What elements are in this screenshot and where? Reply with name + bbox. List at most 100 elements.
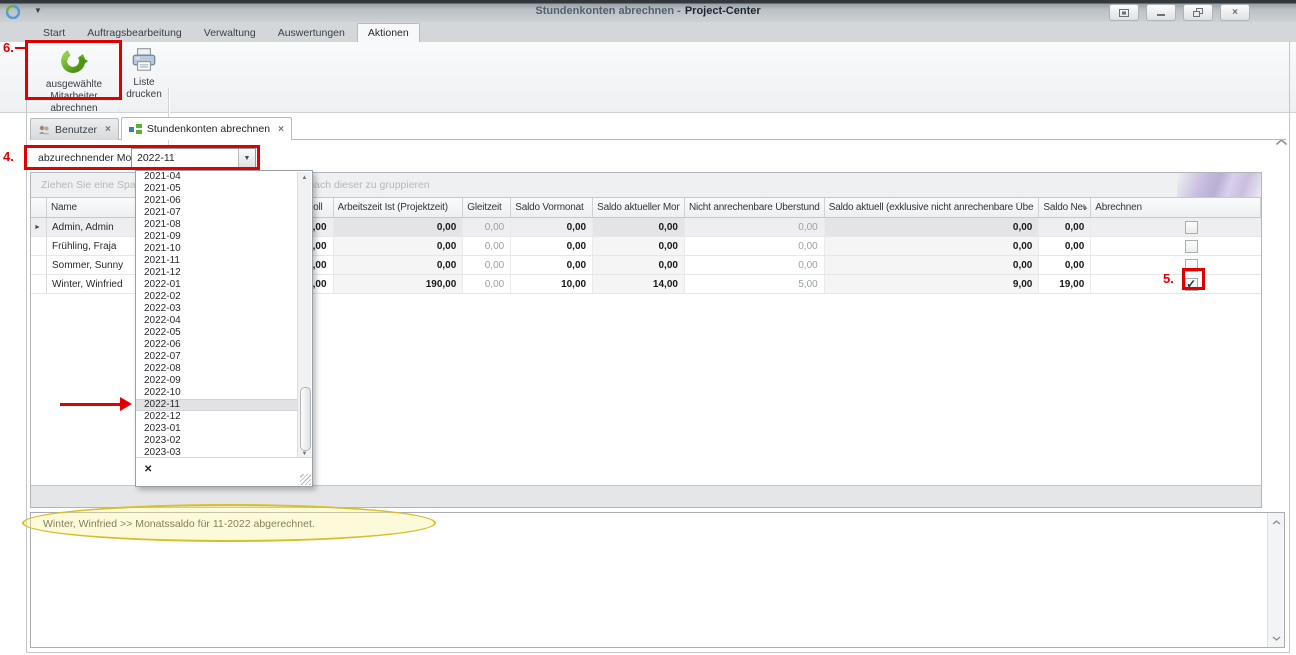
month-option[interactable]: 2022-06 (136, 339, 298, 351)
month-option[interactable]: 2022-02 (136, 291, 298, 303)
cell-gleitzeit[interactable]: 0,00 (463, 237, 511, 255)
cell-saldo-aktueller-monat[interactable]: 0,00 (593, 256, 685, 274)
cell-saldo-aktuell-exklusive[interactable]: 0,00 (825, 218, 1040, 236)
month-option[interactable]: 2022-03 (136, 303, 298, 315)
month-option[interactable]: 2022-05 (136, 327, 298, 339)
cell-nicht-anrechenbare-ueberstunden[interactable]: 5,00 (685, 275, 825, 293)
month-combo-value: 2022-11 (132, 152, 238, 164)
cell-saldo-neu[interactable]: 0,00 (1039, 256, 1091, 274)
column-header-gleitzeit[interactable]: Gleitzeit (463, 198, 511, 217)
ribbon-tab-start[interactable]: Start (33, 24, 75, 42)
ribbon-tab-aktionen[interactable]: Aktionen (357, 23, 420, 42)
cell-saldo-neu[interactable]: 19,00 (1039, 275, 1091, 293)
cell-nicht-anrechenbare-ueberstunden[interactable]: 0,00 (685, 218, 825, 236)
cell-saldo-neu[interactable]: 0,00 (1039, 237, 1091, 255)
chevron-down-icon[interactable]: ▼ (238, 149, 255, 167)
liste-drucken-button[interactable]: Liste drucken (124, 44, 164, 102)
month-option[interactable]: 2022-08 (136, 363, 298, 375)
cell-arbeitszeit-ist[interactable]: 0,00 (334, 256, 464, 274)
month-option[interactable]: 2021-12 (136, 267, 298, 279)
dropdown-scrollbar[interactable]: ▲ ▼ (297, 172, 311, 460)
cell-name[interactable]: Sommer, Sunny (47, 256, 137, 274)
tab-stundenkonten-abrechnen[interactable]: Stundenkonten abrechnen × (121, 117, 292, 140)
resize-grip[interactable] (300, 474, 311, 485)
month-option[interactable]: 2022-09 (136, 375, 298, 387)
cell-saldo-vormonat[interactable]: 0,00 (511, 237, 593, 255)
month-option[interactable]: 2023-02 (136, 435, 298, 447)
cell-saldo-vormonat[interactable]: 0,00 (511, 256, 593, 274)
cell-gleitzeit[interactable]: 0,00 (463, 275, 511, 293)
month-option[interactable]: 2021-06 (136, 195, 298, 207)
fullscreen-button[interactable] (1109, 4, 1139, 21)
ribbon-tab-auswertungen[interactable]: Auswertungen (268, 24, 355, 42)
scroll-down-icon[interactable] (1268, 630, 1284, 646)
close-tab-icon[interactable]: × (105, 124, 111, 135)
cell-saldo-aktueller-monat[interactable]: 0,00 (593, 237, 685, 255)
scroll-up-icon[interactable] (1268, 514, 1284, 530)
month-option[interactable]: 2022-01 (136, 279, 298, 291)
month-option[interactable]: 2021-07 (136, 207, 298, 219)
month-option[interactable]: 2021-05 (136, 183, 298, 195)
month-option[interactable]: 2022-11 (136, 399, 298, 411)
month-combo-box[interactable]: 2022-11 ▼ (131, 148, 256, 168)
close-button[interactable]: × (1220, 4, 1250, 21)
abrechnen-ribbon-button[interactable]: ausgewählte Mitarbeiter abrechnen (27, 44, 121, 102)
cell-saldo-aktueller-monat[interactable]: 0,00 (593, 218, 685, 236)
restore-button[interactable] (1183, 4, 1213, 21)
month-option[interactable]: 2021-11 (136, 255, 298, 267)
month-option[interactable]: 2022-10 (136, 387, 298, 399)
cell-nicht-anrechenbare-ueberstunden[interactable]: 0,00 (685, 256, 825, 274)
cell-name[interactable]: Frühling, Fraja (47, 237, 137, 255)
ribbon-tab-bar: StartAuftragsbearbeitungVerwaltungAuswer… (0, 22, 1296, 42)
cell-arbeitszeit-ist[interactable]: 0,00 (334, 218, 464, 236)
log-panel[interactable]: Winter, Winfried >> Monatssaldo für 11-2… (30, 512, 1285, 648)
column-header-name[interactable]: Name (47, 198, 137, 217)
ribbon-tab-auftragsbearbeitung[interactable]: Auftragsbearbeitung (77, 24, 192, 42)
clear-selection-icon[interactable]: ✕ (144, 465, 152, 475)
month-option[interactable]: 2021-04 (136, 171, 298, 183)
column-header-nicht-anrechenbare-ueberstunden[interactable]: Nicht anrechenbare Überstunden (685, 198, 825, 217)
month-option[interactable]: 2022-12 (136, 411, 298, 423)
month-option[interactable]: 2023-01 (136, 423, 298, 435)
button-label-line: Mitarbeiter abrechnen (27, 91, 121, 115)
abrechnen-checkbox[interactable] (1185, 221, 1198, 234)
cell-gleitzeit[interactable]: 0,00 (463, 256, 511, 274)
month-option[interactable]: 2021-09 (136, 231, 298, 243)
cell-saldo-aktuell-exklusive[interactable]: 0,00 (825, 237, 1040, 255)
abrechnen-checkbox[interactable] (1185, 259, 1198, 272)
abrechnen-checkbox[interactable]: ✓ (1185, 278, 1198, 291)
sitemap-icon (129, 124, 142, 135)
scrollbar-thumb[interactable] (300, 387, 311, 451)
month-option[interactable]: 2022-07 (136, 351, 298, 363)
cell-name[interactable]: Winter, Winfried (47, 275, 137, 293)
minimize-button[interactable] (1146, 4, 1176, 21)
scroll-up-icon[interactable]: ▲ (298, 172, 311, 184)
column-header-saldo-aktuell-exklusive[interactable]: Saldo aktuell (exklusive nicht anrechenb… (825, 198, 1040, 217)
cell-saldo-aktueller-monat[interactable]: 14,00 (593, 275, 685, 293)
close-tab-icon[interactable]: × (278, 124, 284, 135)
cell-abrechnen (1091, 218, 1261, 236)
cell-nicht-anrechenbare-ueberstunden[interactable]: 0,00 (685, 237, 825, 255)
tab-benutzer[interactable]: Benutzer × (30, 118, 119, 140)
cell-saldo-aktuell-exklusive[interactable]: 0,00 (825, 256, 1040, 274)
cell-gleitzeit[interactable]: 0,00 (463, 218, 511, 236)
log-scrollbar[interactable] (1267, 513, 1284, 647)
column-header-saldo-aktueller-monat[interactable]: Saldo aktueller Monat (593, 198, 685, 217)
column-header-abrechnen[interactable]: Abrechnen (1091, 198, 1261, 217)
column-header-saldo-vormonat[interactable]: Saldo Vormonat (511, 198, 593, 217)
abrechnen-checkbox[interactable] (1185, 240, 1198, 253)
ribbon-tab-verwaltung[interactable]: Verwaltung (194, 24, 266, 42)
month-option[interactable]: 2021-10 (136, 243, 298, 255)
cell-arbeitszeit-ist[interactable]: 190,00 (334, 275, 464, 293)
column-header-saldo-neu[interactable]: Saldo Neu▲ (1039, 198, 1091, 217)
cell-saldo-aktuell-exklusive[interactable]: 9,00 (825, 275, 1040, 293)
grid-footer-bar (31, 485, 1261, 507)
month-option[interactable]: 2022-04 (136, 315, 298, 327)
cell-arbeitszeit-ist[interactable]: 0,00 (334, 237, 464, 255)
month-option[interactable]: 2021-08 (136, 219, 298, 231)
cell-saldo-vormonat[interactable]: 0,00 (511, 218, 593, 236)
cell-saldo-vormonat[interactable]: 10,00 (511, 275, 593, 293)
cell-saldo-neu[interactable]: 0,00 (1039, 218, 1091, 236)
cell-name[interactable]: Admin, Admin (47, 218, 137, 236)
column-header-arbeitszeit-ist[interactable]: Arbeitszeit Ist (Projektzeit) (334, 198, 464, 217)
